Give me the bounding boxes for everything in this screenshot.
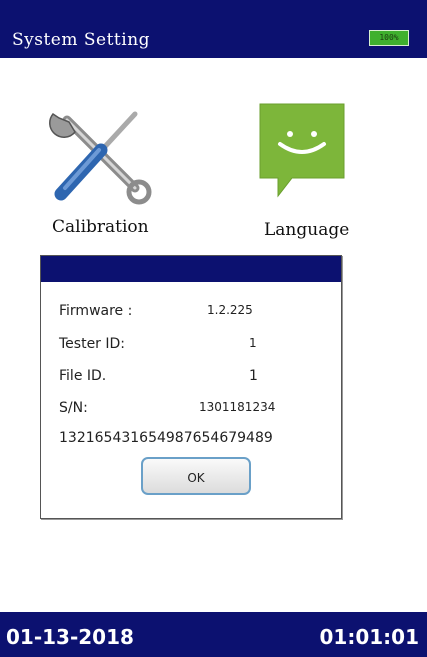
calibration-label: Calibration: [52, 217, 149, 237]
battery-indicator: 100%: [369, 30, 409, 46]
calibration-tile[interactable]: Calibration: [40, 95, 180, 245]
title-bar: System Setting 100%: [0, 0, 427, 58]
ok-button[interactable]: OK: [141, 457, 251, 495]
dialog-title-bar: [41, 256, 341, 282]
footer-time: 01:01:01: [319, 625, 420, 649]
wrench-screwdriver-icon: [49, 111, 152, 205]
smiley-speech-bubble-icon: [259, 103, 345, 198]
file-id-value: 1: [249, 368, 258, 384]
firmware-label: Firmware :: [59, 303, 133, 319]
page-title: System Setting: [12, 30, 151, 50]
language-label: Language: [264, 220, 350, 240]
tester-id-label: Tester ID:: [59, 336, 126, 352]
long-code: 132165431654987654679489: [59, 430, 273, 446]
language-tile[interactable]: Language: [250, 95, 360, 245]
status-footer: 01-13-2018 01:01:01: [0, 612, 427, 657]
info-dialog: Firmware : 1.2.225 Tester ID: 1 File ID.…: [40, 255, 342, 519]
file-id-label: File ID.: [59, 368, 107, 384]
firmware-value: 1.2.225: [207, 303, 253, 317]
tester-id-value: 1: [249, 336, 257, 350]
system-setting-screen: System Setting 100% Calibration Language…: [0, 0, 427, 657]
serial-number-value: 1301181234: [199, 400, 276, 414]
serial-number-label: S/N:: [59, 400, 88, 416]
footer-date: 01-13-2018: [6, 625, 134, 649]
